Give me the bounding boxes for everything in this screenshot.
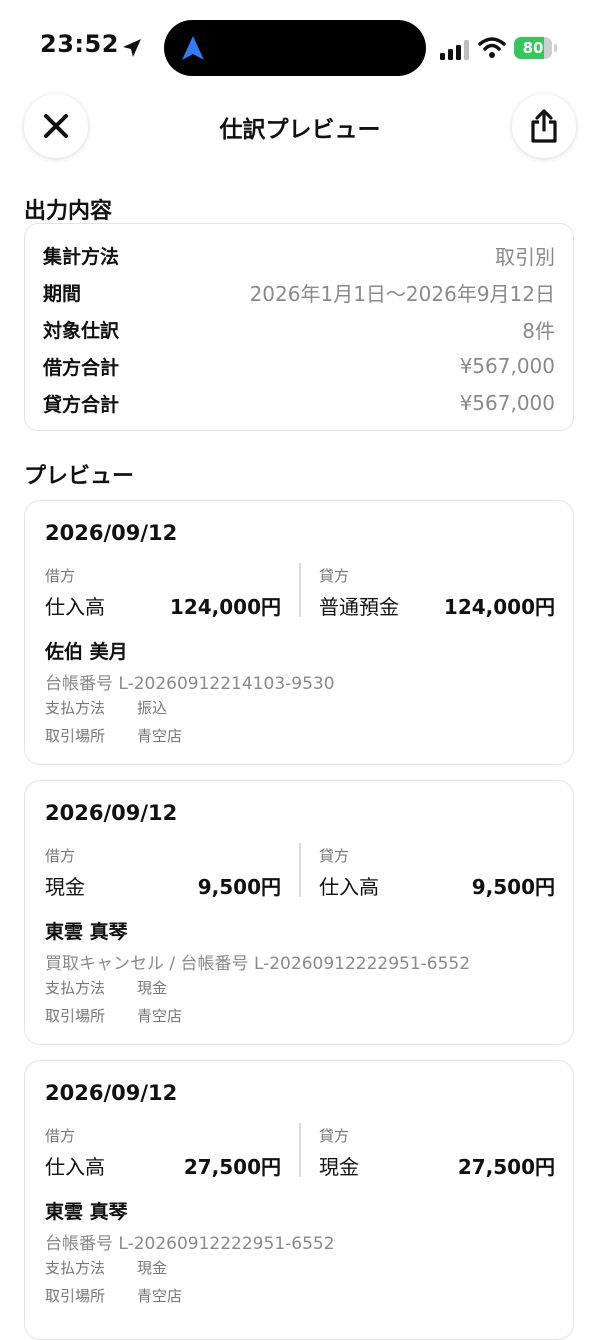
payment-method-label: 支払方法	[45, 979, 106, 997]
credit-row: 普通預金 124,000円	[319, 591, 555, 619]
place-value: 青空店	[137, 727, 183, 745]
summary-label: 期間	[43, 282, 82, 305]
debit-row: 現金 9,500円	[45, 871, 281, 899]
credit-account: 現金	[319, 1154, 359, 1179]
summary-row: 対象仕訳 8件	[43, 314, 555, 344]
summary-value: ¥567,000	[459, 354, 555, 378]
credit-amount: 9,500円	[471, 874, 555, 899]
entry-memo: 台帳番号 L-20260912222951-6552	[45, 1234, 335, 1254]
debit-amount: 124,000円	[169, 594, 281, 619]
place-row: 取引場所 青空店	[45, 725, 182, 746]
payment-method-value: 振込	[137, 699, 168, 717]
journal-entry-card[interactable]: 2026/09/12 借方 仕入高 124,000円 貸方 普通預金 124,0…	[24, 500, 574, 765]
summary-value: ¥567,000	[459, 391, 555, 415]
credit-account: 仕入高	[319, 874, 379, 899]
divider	[299, 563, 301, 617]
wifi-icon	[478, 37, 506, 58]
debit-row: 仕入高 124,000円	[45, 591, 281, 619]
payment-method-row: 支払方法 現金	[45, 977, 167, 998]
summary-row: 期間 2026年1月1日〜2026年9月12日	[43, 277, 555, 307]
summary-label: 対象仕訳	[43, 319, 120, 342]
status-time: 23:52	[40, 30, 119, 58]
debit-label: 借方	[45, 847, 76, 865]
debit-amount: 9,500円	[197, 874, 281, 899]
entry-date: 2026/09/12	[45, 801, 178, 825]
output-summary-box: 集計方法 取引別 期間 2026年1月1日〜2026年9月12日 対象仕訳 8件…	[24, 223, 574, 431]
location-arrow-icon	[123, 39, 141, 57]
place-label: 取引場所	[45, 1287, 106, 1305]
payment-method-value: 現金	[137, 1259, 168, 1277]
place-label: 取引場所	[45, 727, 106, 745]
navigation-arrow-icon	[182, 36, 204, 60]
payment-method-value: 現金	[137, 979, 168, 997]
debit-row: 仕入高 27,500円	[45, 1151, 281, 1179]
credit-row: 仕入高 9,500円	[319, 871, 555, 899]
debit-account: 仕入高	[45, 594, 105, 619]
entry-date: 2026/09/12	[45, 521, 178, 545]
battery-level-text: 80	[522, 39, 544, 57]
entry-person: 佐伯 美月	[45, 641, 128, 663]
credit-amount: 27,500円	[457, 1154, 555, 1179]
place-value: 青空店	[137, 1287, 183, 1305]
status-bar: 23:52 80	[0, 0, 600, 90]
entry-date: 2026/09/12	[45, 1081, 178, 1105]
credit-label: 貸方	[319, 1127, 350, 1145]
cellular-signal-icon	[440, 40, 469, 60]
credit-account: 普通預金	[319, 594, 399, 619]
payment-method-row: 支払方法 現金	[45, 1257, 167, 1278]
output-section-title: 出力内容	[24, 199, 113, 224]
summary-value: 取引別	[495, 244, 555, 269]
journal-entry-card[interactable]: 2026/09/12 借方 仕入高 27,500円 貸方 現金 27,500円 …	[24, 1060, 574, 1340]
credit-label: 貸方	[319, 567, 350, 585]
entry-person: 東雲 真琴	[45, 921, 128, 943]
share-icon	[531, 109, 557, 143]
summary-row: 貸方合計 ¥567,000	[43, 388, 555, 418]
debit-account: 現金	[45, 874, 85, 899]
debit-label: 借方	[45, 567, 76, 585]
summary-label: 貸方合計	[43, 393, 120, 416]
summary-label: 集計方法	[43, 245, 120, 268]
share-button[interactable]	[512, 94, 576, 158]
debit-amount: 27,500円	[183, 1154, 281, 1179]
page-title: 仕訳プレビュー	[219, 117, 381, 143]
payment-method-row: 支払方法 振込	[45, 697, 167, 718]
credit-row: 現金 27,500円	[319, 1151, 555, 1179]
debit-account: 仕入高	[45, 1154, 105, 1179]
summary-row: 借方合計 ¥567,000	[43, 351, 555, 381]
place-value: 青空店	[137, 1007, 183, 1025]
place-row: 取引場所 青空店	[45, 1285, 182, 1306]
battery-indicator: 80	[514, 37, 558, 59]
divider	[299, 843, 301, 897]
summary-label: 借方合計	[43, 356, 120, 379]
journal-entry-card[interactable]: 2026/09/12 借方 現金 9,500円 貸方 仕入高 9,500円 東雲…	[24, 780, 574, 1045]
payment-method-label: 支払方法	[45, 699, 106, 717]
summary-value: 8件	[522, 318, 555, 343]
entry-memo: 台帳番号 L-20260912214103-9530	[45, 674, 335, 694]
divider	[299, 1123, 301, 1177]
place-row: 取引場所 青空店	[45, 1005, 182, 1026]
debit-label: 借方	[45, 1127, 76, 1145]
credit-amount: 124,000円	[443, 594, 555, 619]
credit-label: 貸方	[319, 847, 350, 865]
summary-value: 2026年1月1日〜2026年9月12日	[249, 281, 555, 306]
entry-person: 東雲 真琴	[45, 1201, 128, 1223]
dynamic-island	[164, 20, 426, 76]
place-label: 取引場所	[45, 1007, 106, 1025]
payment-method-label: 支払方法	[45, 1259, 106, 1277]
entry-memo: 買取キャンセル / 台帳番号 L-20260912222951-6552	[45, 954, 471, 974]
summary-row: 集計方法 取引別	[43, 240, 555, 270]
preview-section-title: プレビュー	[24, 464, 135, 489]
